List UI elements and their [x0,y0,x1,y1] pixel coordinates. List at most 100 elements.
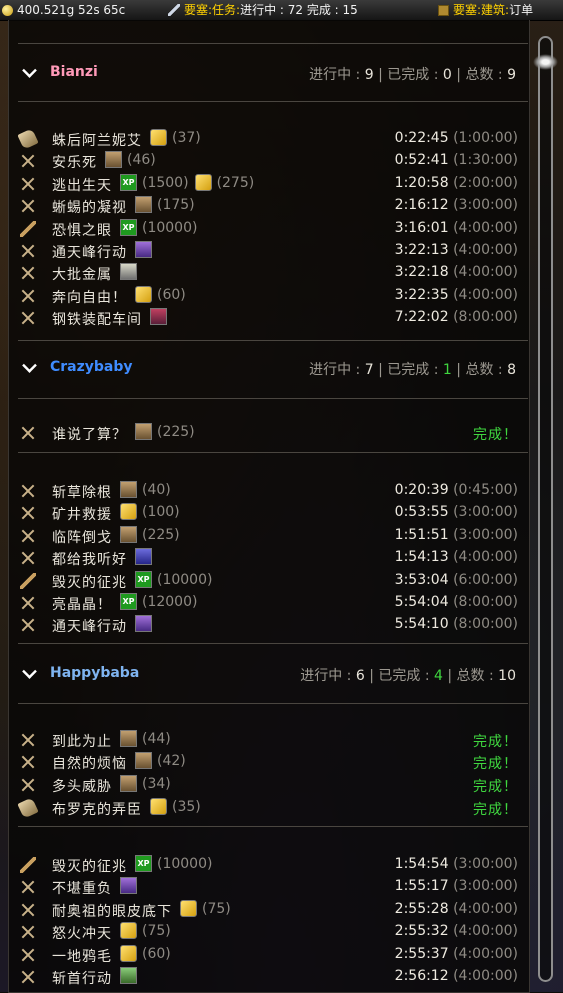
scrollbar-thumb[interactable] [533,54,558,70]
mission-row[interactable]: 一地鸦毛 (60) 2:55:37 (4:00:00) [18,944,518,966]
red-item-icon[interactable] [150,308,167,325]
purple-item-icon[interactable] [120,877,137,894]
character-header[interactable]: Bianzi 进行中 : 9 | 已完成 : 0 | 总数 : 9 [18,61,518,83]
resource-chest-icon[interactable] [120,775,137,792]
resource-chest-icon[interactable] [135,196,152,213]
character-header[interactable]: Crazybaby 进行中 : 7 | 已完成 : 1 | 总数 : 8 [18,356,518,378]
character-header[interactable]: Happybaba 进行中 : 6 | 已完成 : 4 | 总数 : 10 [18,662,518,684]
xp-reward-icon[interactable]: XP [120,174,137,191]
mission-row[interactable]: 毁灭的征兆 XP (10000) 3:53:04 (6:00:00) [18,570,518,592]
time-remaining: 1:55:17 [394,878,449,894]
resource-chest-icon[interactable] [120,730,137,747]
mission-row[interactable]: 恐惧之眼 XP (10000) 3:16:01 (4:00:00) [18,218,518,240]
mission-name: 蛛后阿兰妮艾 [52,133,142,149]
buildings-label: 要塞:建筑: [453,3,510,17]
mission-row[interactable]: 斩首行动 2:56:12 (4:00:00) [18,966,518,988]
section-divider [18,452,528,453]
gold-reward-icon[interactable] [194,174,212,191]
mission-duration: (1:30:00) [453,152,518,168]
mission-row[interactable]: 亮晶晶！ XP (12000) 5:54:04 (8:00:00) [18,592,518,614]
completed-mission-row[interactable]: 到此为止 (44) 完成！ [18,729,518,751]
gold-reward-icon[interactable] [120,945,137,962]
missions-tracker[interactable]: 要塞:任务: 进行中 : 72 完成 : 15 [168,0,358,20]
resource-chest-icon[interactable] [135,423,152,440]
missions-label: 要塞:任务: [184,3,241,17]
scrollbar-track[interactable] [538,36,553,982]
mission-duration: (6:00:00) [453,572,518,588]
reward-value: (12000) [142,593,198,610]
summary-count: 10 [498,668,516,684]
mission-row[interactable]: 临阵倒戈 (225) 1:51:51 (3:00:00) [18,525,518,547]
gold-reward-icon[interactable] [120,922,137,939]
mission-row[interactable]: 大批金属 3:22:18 (4:00:00) [18,262,518,284]
mission-row[interactable]: 蛛后阿兰妮艾 (37) 0:22:45 (1:00:00) [17,128,518,150]
mission-timer: 3:22:13 (4:00:00) [395,242,518,258]
xp-reward-icon[interactable]: XP [120,593,137,610]
resource-chest-icon[interactable] [120,481,137,498]
mission-row[interactable]: 耐奥祖的眼皮底下 (75) 2:55:28 (4:00:00) [18,899,518,921]
mission-name: 矿井救援 [52,507,112,523]
resource-chest-icon[interactable] [120,526,137,543]
completed-mission-row[interactable]: 布罗克的弄臣 (35) 完成！ [17,797,518,819]
reward-value: (37) [172,129,201,146]
mission-row[interactable]: 奔向自由！ (60) 3:22:35 (4:00:00) [18,285,518,307]
blue-item-icon[interactable] [135,548,152,565]
mission-row[interactable]: 毁灭的征兆 XP (10000) 1:54:54 (3:00:00) [18,854,518,876]
chevron-down-icon[interactable] [22,63,37,78]
gold-reward-icon[interactable] [135,286,152,303]
green-item-icon[interactable] [120,967,137,984]
time-remaining: 3:22:13 [394,242,449,258]
gold-reward-icon[interactable] [120,503,137,520]
mission-row[interactable]: 安乐死 (46) 0:52:41 (1:30:00) [18,150,518,172]
gold-reward-icon[interactable] [150,129,167,146]
mission-timer: 0:52:41 (1:30:00) [395,152,518,168]
time-remaining: 5:54:10 [394,616,449,632]
reward-value: (225) [142,526,180,543]
gold-reward-icon[interactable] [180,900,197,917]
mission-duration: (3:00:00) [453,527,518,543]
xp-reward-icon[interactable]: XP [135,571,152,588]
mission-row[interactable]: 矿井救援 (100) 0:53:55 (3:00:00) [18,502,518,524]
gold-display[interactable]: 400.521g 52s 65c [2,0,125,20]
mission-row[interactable]: 不堪重负 1:55:17 (3:00:00) [18,876,518,898]
xp-reward-icon[interactable]: XP [120,219,137,236]
mission-timer: 3:22:35 (4:00:00) [395,287,518,303]
resource-chest-icon[interactable] [105,151,122,168]
resource-chest-icon[interactable] [135,752,152,769]
cross-swords-icon [20,528,36,544]
purple-item-icon[interactable] [135,241,152,258]
chevron-down-icon[interactable] [22,358,37,373]
mission-duration: (3:00:00) [453,197,518,213]
mission-rewards: (75) [120,922,177,939]
sword-icon [168,4,180,16]
mission-row[interactable]: 都给我听好 1:54:13 (4:00:00) [18,547,518,569]
cross-swords-icon [20,879,36,895]
completed-mission-row[interactable]: 多头威胁 (34) 完成！ [18,774,518,796]
reward-value: (1500) [142,174,189,191]
completed-mission-row[interactable]: 自然的烦恼 (42) 完成！ [18,751,518,773]
mission-row[interactable]: 逃出生天 XP (1500) (275) 1:20:58 (2:00:00) [18,173,518,195]
summary-label: 已完成 : [378,668,430,684]
mission-row[interactable]: 通天峰行动 3:22:13 (4:00:00) [18,240,518,262]
item-reward-icon[interactable] [120,263,137,280]
mission-row[interactable]: 通天峰行动 5:54:10 (8:00:00) [18,614,518,636]
cross-swords-icon [20,505,36,521]
summary-count: 8 [507,362,516,378]
summary-count: 9 [364,67,374,83]
mission-row[interactable]: 钢铁装配车间 7:22:02 (8:00:00) [18,307,518,329]
xp-reward-icon[interactable]: XP [135,855,152,872]
mission-rewards: (75) [180,900,237,917]
reward-value: (175) [157,196,195,213]
summary-count: 6 [355,668,365,684]
cross-swords-icon [20,969,36,985]
mission-row[interactable]: 斩草除根 (40) 0:20:39 (0:45:00) [18,480,518,502]
time-remaining: 1:20:58 [394,175,449,191]
chevron-down-icon[interactable] [22,664,37,679]
mission-row[interactable]: 怒火冲天 (75) 2:55:32 (4:00:00) [18,921,518,943]
completed-mission-row[interactable]: 谁说了算？ (225) 完成！ [18,422,518,444]
purple-item-icon[interactable] [135,615,152,632]
buildings-tracker[interactable]: 要塞:建筑: 订单 [438,0,533,20]
mission-row[interactable]: 蜥蜴的凝视 (175) 2:16:12 (3:00:00) [18,195,518,217]
gold-reward-icon[interactable] [150,798,167,815]
mission-timer: 3:16:01 (4:00:00) [395,220,518,236]
